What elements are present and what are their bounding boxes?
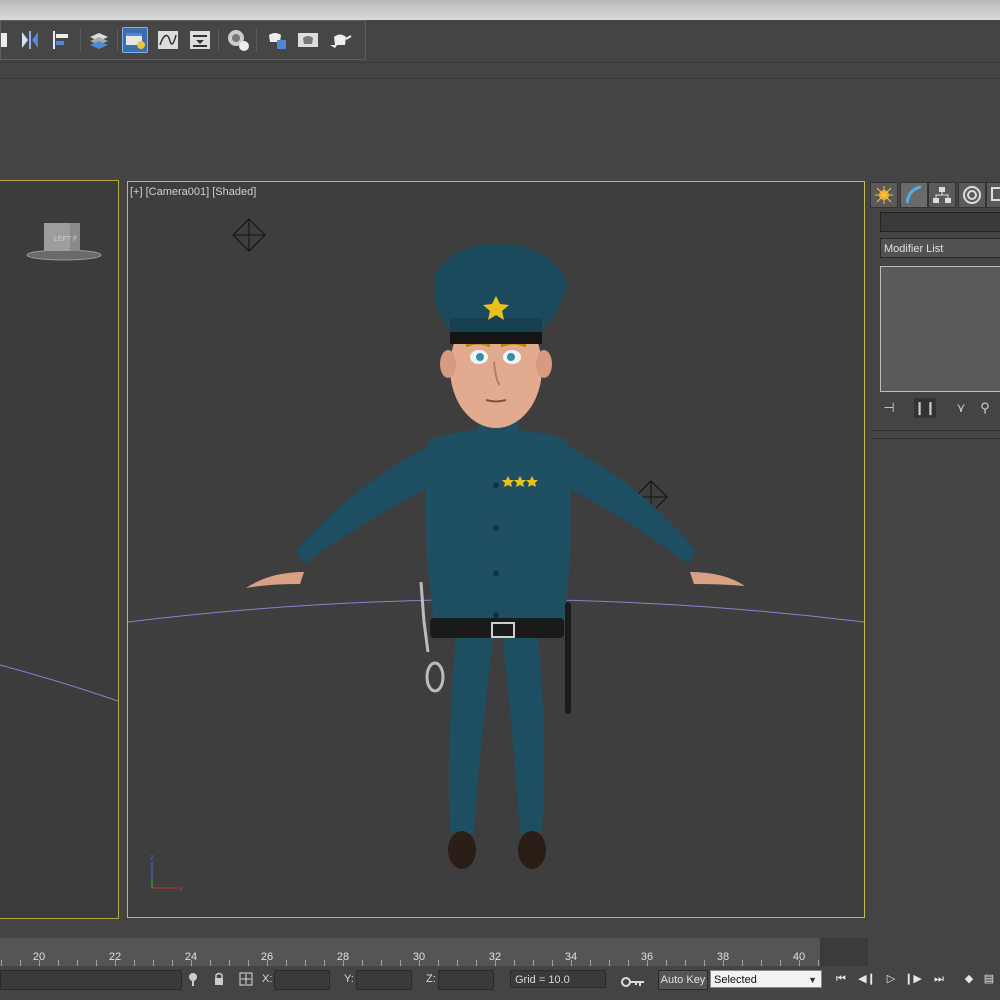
x-label: X: [262,973,273,985]
toolbar-separator [80,29,81,51]
status-bar: X: Y: Z: Grid = 10.0 Auto Key Selected ▼… [0,966,1000,1000]
remove-modifier-icon[interactable]: ⚲ [974,398,996,418]
make-unique-icon[interactable]: ⋎ [950,398,972,418]
display-tab-icon[interactable] [986,182,1000,208]
axis-tripod-icon: z x [150,853,183,893]
viewcube-left-label: LEFT [54,236,72,243]
absolute-mode-icon[interactable] [238,971,254,987]
select-icon[interactable] [0,27,17,53]
police-character[interactable] [246,243,745,869]
go-to-end-icon[interactable]: ⏭ [928,970,950,988]
x-coordinate-field[interactable] [274,970,330,990]
key-mode-toggle-icon[interactable]: ◆ [958,970,980,988]
layers-icon[interactable] [86,27,112,53]
material-editor-icon[interactable] [225,27,251,53]
track-ruler[interactable]: 20 22 24 26 28 30 32 34 36 38 40 [0,938,820,966]
panel-divider [872,430,1000,431]
object-name-field[interactable] [880,212,1000,232]
selection-lock-icon[interactable] [212,971,226,987]
modify-tab-icon[interactable] [900,182,928,208]
panel-divider [872,438,1000,439]
command-panel: Modifier List ⊣ ❙❙ ⋎ ⚲ [868,178,1000,938]
ribbon-area [0,62,1000,179]
toolbar-separator [117,29,118,51]
key-mode-value: Selected [714,974,757,986]
light-gizmo-icon[interactable] [232,218,266,252]
window-title-strip [0,0,1000,20]
y-label: Y: [344,973,354,985]
render-teapot-icon[interactable] [327,27,353,53]
chevron-down-icon: ▼ [808,975,817,985]
align-icon[interactable] [49,27,75,53]
play-icon[interactable]: ▷ [880,970,902,988]
ground-curve [0,664,118,702]
toolbar-separator [218,29,219,51]
timeline[interactable]: 20 22 24 26 28 30 32 34 36 38 40 [0,938,868,966]
show-end-result-icon[interactable]: ❙❙ [914,398,936,418]
y-coordinate-field[interactable] [356,970,412,990]
create-tab-icon[interactable] [870,182,898,208]
prompt-line [0,970,182,990]
svg-text:x: x [179,884,183,893]
z-label: Z: [426,973,436,985]
auto-key-button[interactable]: Auto Key [658,970,708,990]
viewcube-front-label: F [73,236,77,243]
scene-explorer-icon[interactable] [122,27,148,53]
curve-editor-icon[interactable] [155,27,181,53]
camera-viewport[interactable]: [+] [Camera001] [Shaded] z x [127,181,865,918]
render-setup-icon[interactable] [263,27,289,53]
mirror-icon[interactable] [17,27,43,53]
set-key-icon[interactable] [620,972,646,988]
key-mode-dropdown[interactable]: Selected ▼ [710,970,822,988]
scene-canvas: z x [128,218,864,893]
pin-stack-icon[interactable]: ⊣ [878,398,900,418]
hierarchy-tab-icon[interactable] [928,182,956,208]
go-to-start-icon[interactable]: ⏮ [830,970,852,988]
z-coordinate-field[interactable] [438,970,494,990]
modifier-stack-list[interactable] [880,266,1000,392]
modifier-list-dropdown[interactable]: Modifier List [880,238,1000,258]
left-viewport[interactable]: LEFT F [0,180,119,919]
previous-frame-icon[interactable]: ◀❙ [856,970,878,988]
render-frame-icon[interactable] [295,27,321,53]
grid-size-display: Grid = 10.0 [510,970,606,988]
motion-tab-icon[interactable] [958,182,986,208]
schematic-icon[interactable] [187,27,213,53]
toolbar-group [0,20,366,60]
ribbon-divider [0,78,1000,79]
time-config-icon[interactable]: ▤ [978,970,1000,988]
next-frame-icon[interactable]: ❙▶ [902,970,924,988]
toolbar-separator [256,29,257,51]
stack-toolbar: ⊣ ❙❙ ⋎ ⚲ [876,398,1000,420]
svg-text:z: z [150,853,154,862]
viewcube[interactable]: LEFT F [24,217,104,263]
isolate-selection-icon[interactable] [186,971,200,987]
